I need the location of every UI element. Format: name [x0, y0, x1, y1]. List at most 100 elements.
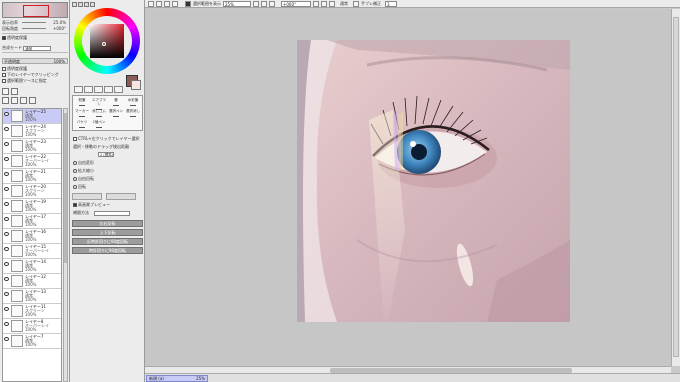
visibility-eye-icon[interactable] — [4, 127, 9, 131]
zoom-field[interactable]: 25% — [223, 1, 251, 7]
brush-tool-button[interactable]: 鉛筆 — [75, 98, 89, 109]
visibility-eye-icon[interactable] — [4, 172, 9, 176]
protect-checkbox[interactable]: 透明度保護 — [2, 66, 68, 71]
interpolation-row[interactable]: 補間方法 — [73, 210, 143, 216]
navigator-view-frame[interactable] — [23, 5, 49, 17]
layer-row[interactable]: レイヤー16 通常 100% — [3, 229, 61, 244]
color-picker-marker[interactable] — [102, 42, 106, 46]
interpolation-select[interactable] — [94, 210, 131, 216]
brush-tool-button[interactable]: 選択消し — [126, 109, 140, 120]
layer-row[interactable]: レイヤー20 スクリーン 100% — [3, 184, 61, 199]
rotate-right-icon[interactable] — [321, 1, 327, 7]
layer-row[interactable]: レイヤー13 通常 100% — [3, 289, 61, 304]
clear-layer-icon[interactable] — [20, 97, 27, 104]
canvas-painting[interactable] — [297, 40, 570, 322]
transform-apply-button[interactable] — [72, 193, 102, 200]
delete-layer-icon[interactable] — [29, 97, 36, 104]
zoom-row[interactable]: 表示倍率 25.0% — [2, 20, 68, 25]
brush-tool-button[interactable]: 筆 — [109, 98, 123, 109]
visibility-eye-icon[interactable] — [4, 202, 9, 206]
brush-tool-button[interactable]: エアブラシ — [92, 98, 106, 110]
rotate-reset-icon[interactable] — [329, 1, 335, 7]
brush-tool-button[interactable]: マーカー — [75, 109, 89, 120]
free-rotate-radio[interactable]: 自由回転 — [73, 176, 143, 182]
rotate-ccw-button[interactable]: 反時計回りに90度回転 — [72, 238, 143, 245]
rgb-slider-tab[interactable] — [78, 2, 83, 7]
scale-radio[interactable]: 拡大縮小 — [73, 168, 143, 174]
flip-horizontal-button[interactable]: 左右反転 — [72, 220, 143, 227]
brush-tool-button[interactable]: 水彩筆 — [126, 98, 140, 109]
flip-vertical-button[interactable]: 上下反転 — [72, 229, 143, 236]
brush-tool-button[interactable]: 消しゴム — [92, 109, 106, 120]
layer-row[interactable]: レイヤー17 通常 100% — [3, 214, 61, 229]
protect-opacity-checkbox[interactable]: 透明度保護 — [2, 35, 68, 40]
color-wheel-tab[interactable] — [72, 2, 77, 7]
clipping-checkbox[interactable]: 下のレイヤーでクリッピング — [2, 72, 68, 77]
layer-row[interactable]: レイヤー11 スクリーン 100% — [3, 304, 61, 319]
brush-tool-button[interactable]: 2値ペン — [92, 120, 106, 131]
layer-scrollbar[interactable] — [63, 108, 68, 382]
new-layer-icon[interactable] — [2, 88, 9, 95]
layer-row[interactable]: レイヤー7 通常 100% — [3, 334, 61, 349]
show-selection-checkbox[interactable] — [185, 1, 191, 7]
hsv-slider-tab[interactable] — [84, 2, 89, 7]
opacity-slider[interactable]: 不透明度 100% — [2, 58, 68, 64]
swatch-tab[interactable] — [90, 2, 95, 7]
ctrl-select-checkbox[interactable]: CTRL+左クリックでレイヤー選択 — [73, 136, 143, 142]
canvas-vertical-scrollbar[interactable] — [671, 9, 680, 366]
saturation-value-square[interactable] — [90, 24, 124, 58]
visibility-eye-icon[interactable] — [4, 217, 9, 221]
zoom-reset-icon[interactable] — [269, 1, 275, 7]
layer-row[interactable]: レイヤー12 通常 100% — [3, 274, 61, 289]
layer-row[interactable]: レイヤー15 オーバーレイ 100% — [3, 244, 61, 259]
layer-row[interactable]: レイヤー23 通常 100% — [3, 139, 61, 154]
layer-list[interactable]: レイヤー25 通常 100% レイヤー24 スクリーン 100% レイヤー23 通常 100% レ… — [2, 108, 62, 382]
visibility-eye-icon[interactable] — [4, 277, 9, 281]
move-icon[interactable] — [104, 86, 113, 93]
color-wheel[interactable] — [74, 8, 140, 74]
deselect-icon[interactable] — [164, 1, 170, 7]
stabilizer-field[interactable]: 3 — [385, 1, 397, 7]
invert-selection-icon[interactable] — [172, 1, 178, 7]
visibility-eye-icon[interactable] — [4, 292, 9, 296]
visibility-eye-icon[interactable] — [4, 112, 9, 116]
background-color-swatch[interactable] — [131, 80, 141, 90]
blend-mode-row[interactable]: 合成モード 通常 — [2, 45, 68, 51]
document-tab[interactable]: 新規 (a) 25% — [146, 375, 208, 382]
layer-row[interactable]: レイヤー8 オーバーレイ 100% — [3, 319, 61, 334]
visibility-eye-icon[interactable] — [4, 142, 9, 146]
blend-mode-select[interactable]: 通常 — [23, 45, 52, 51]
canvas-mode-icon[interactable] — [353, 1, 359, 7]
visibility-eye-icon[interactable] — [4, 232, 9, 236]
layer-row[interactable]: レイヤー21 通常 100% — [3, 169, 61, 184]
hq-preview-checkbox[interactable]: 高画質プレビュー — [73, 202, 143, 208]
transform-cancel-button[interactable] — [106, 193, 136, 200]
selection-source-checkbox[interactable]: 選択範囲ソースに指定 — [2, 78, 68, 83]
angle-row[interactable]: 回転角度 +000° — [2, 26, 68, 31]
new-folder-icon[interactable] — [11, 88, 18, 95]
visibility-eye-icon[interactable] — [4, 262, 9, 266]
layer-scrollbar-thumb[interactable] — [64, 113, 67, 263]
redo-icon[interactable] — [156, 1, 162, 7]
visibility-eye-icon[interactable] — [4, 187, 9, 191]
copy-layer-icon[interactable] — [2, 97, 9, 104]
rotate-cw-button[interactable]: 時計回りに90度回転 — [72, 247, 143, 254]
visibility-eye-icon[interactable] — [4, 247, 9, 251]
brush-tool-button[interactable]: バケツ — [75, 120, 89, 131]
zoom-icon[interactable] — [114, 86, 123, 93]
merge-down-icon[interactable] — [11, 97, 18, 104]
layer-row[interactable]: レイヤー22 オーバーレイ 100% — [3, 154, 61, 169]
layer-row[interactable]: レイヤー14 通常 100% — [3, 259, 61, 274]
magic-wand-icon[interactable] — [94, 86, 103, 93]
brush-tool-button[interactable]: 選択ペン — [109, 109, 123, 120]
visibility-eye-icon[interactable] — [4, 337, 9, 341]
visibility-eye-icon[interactable] — [4, 322, 9, 326]
vertical-scrollbar-thumb[interactable] — [673, 17, 679, 357]
lasso-icon[interactable] — [84, 86, 93, 93]
rotate-radio[interactable]: 回転 — [73, 184, 143, 190]
layer-row[interactable]: レイヤー24 スクリーン 100% — [3, 124, 61, 139]
select-rect-icon[interactable] — [74, 86, 83, 93]
canvas-horizontal-scrollbar[interactable] — [145, 366, 671, 373]
layer-row[interactable]: レイヤー25 通常 100% — [3, 109, 61, 124]
zoom-in-icon[interactable] — [253, 1, 259, 7]
